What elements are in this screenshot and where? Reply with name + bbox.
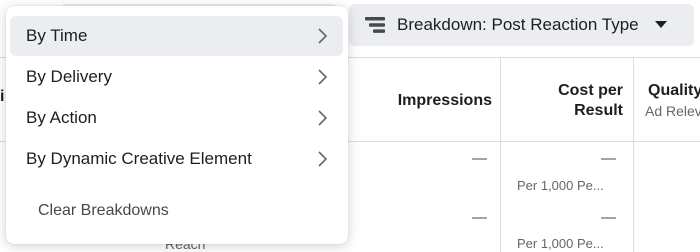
column-header-impressions[interactable]: Impressions	[380, 92, 492, 110]
cost-per-result-line1: Cost per	[558, 82, 623, 99]
breakdown-menu: By Time By Delivery By Action By Dynamic…	[6, 6, 348, 244]
impressions-cell: —	[472, 150, 487, 167]
cost-per-result-line2: Result	[574, 102, 623, 119]
cost-subtext: Per 1,000 Pe...	[517, 178, 604, 193]
menu-item-by-action[interactable]: By Action	[10, 98, 343, 138]
clear-breakdowns-button[interactable]: Clear Breakdowns	[10, 191, 343, 231]
menu-item-label: By Delivery	[26, 67, 112, 86]
chevron-right-icon	[318, 69, 327, 85]
caret-down-icon	[654, 21, 667, 29]
menu-item-label: By Dynamic Creative Element	[26, 149, 252, 168]
menu-item-by-delivery[interactable]: By Delivery	[10, 57, 343, 97]
column-divider	[500, 58, 501, 252]
impressions-cell: —	[472, 209, 487, 226]
chevron-right-icon	[318, 151, 327, 167]
column-header-cost-per-result[interactable]: Cost per Result	[510, 82, 623, 120]
cost-cell: —	[601, 209, 616, 226]
breakdown-label: Breakdown: Post Reaction Type	[397, 15, 639, 34]
menu-item-label: By Time	[26, 26, 88, 45]
column-divider	[633, 58, 634, 252]
clear-breakdowns-label: Clear Breakdowns	[38, 202, 169, 219]
breakdown-button[interactable]: Breakdown: Post Reaction Type	[349, 4, 694, 46]
column-header-quality[interactable]: Quality	[648, 82, 700, 100]
chevron-right-icon	[318, 110, 327, 126]
stacked-bars-icon	[365, 16, 385, 34]
menu-item-label: By Action	[26, 108, 97, 127]
menu-item-by-time[interactable]: By Time	[10, 16, 343, 56]
menu-item-by-dynamic-creative-element[interactable]: By Dynamic Creative Element	[10, 139, 343, 179]
quality-subheader: Ad Relev	[645, 103, 700, 119]
cost-subtext: Per 1,000 Pe...	[517, 236, 604, 251]
column-header-partial[interactable]: i	[0, 88, 4, 106]
chevron-right-icon	[318, 28, 327, 44]
cost-cell: —	[601, 150, 616, 167]
